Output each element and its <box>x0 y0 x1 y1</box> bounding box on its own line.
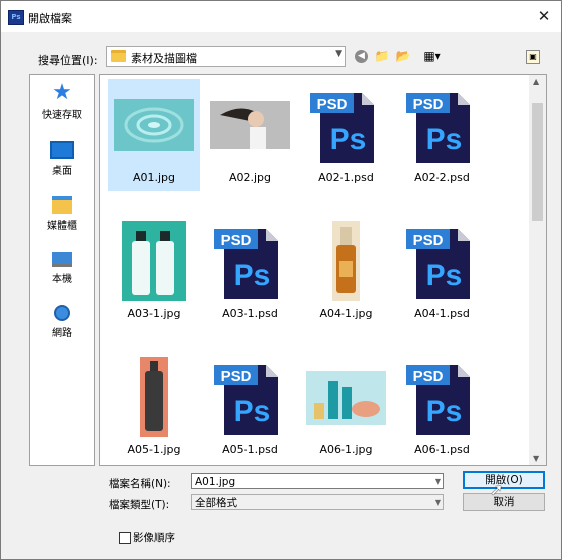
psd-file-icon: PSD Ps <box>210 357 290 437</box>
library-icon <box>52 196 72 214</box>
file-name: A02-2.psd <box>414 171 470 184</box>
water-ripple-thumbnail <box>114 85 194 165</box>
file-item[interactable]: A02.jpg <box>204 79 296 191</box>
file-name: A02.jpg <box>228 171 272 184</box>
woman-photo-thumbnail <box>210 85 290 165</box>
network-icon <box>54 305 70 321</box>
mouse-cursor-icon: ➚ <box>490 480 504 499</box>
look-in-label: 搜尋位置(I): <box>38 54 98 67</box>
svg-text:Ps: Ps <box>426 259 463 292</box>
image-sequence-label: 影像順序 <box>133 532 175 544</box>
title-bar: Ps 開啟檔案 ✕ <box>1 1 561 32</box>
file-item[interactable]: A06-1.jpg <box>300 351 392 463</box>
file-name: A03-1.psd <box>222 307 278 320</box>
file-name: A01.jpg <box>132 171 176 184</box>
place-quick-access[interactable]: ★ 快速存取 <box>30 80 94 122</box>
place-libraries[interactable]: 媒體櫃 <box>30 193 94 232</box>
file-item[interactable]: PSD Ps A05-1.psd <box>204 351 296 463</box>
close-icon[interactable]: ✕ <box>533 5 555 27</box>
place-label: 桌面 <box>52 166 72 177</box>
folder-icon <box>111 50 126 62</box>
vertical-scrollbar[interactable]: ▲ ▼ <box>529 74 547 466</box>
look-in-dropdown[interactable]: 素材及描圖檔 ▼ <box>106 46 346 67</box>
back-arrow-icon[interactable]: ◀ <box>355 50 368 63</box>
chevron-down-icon: ▼ <box>434 498 441 507</box>
file-name: A02-1.psd <box>318 171 374 184</box>
svg-text:Ps: Ps <box>234 259 271 292</box>
file-name: A04-1.psd <box>414 307 470 320</box>
file-item[interactable]: PSD Ps A02-1.psd <box>300 79 392 191</box>
scroll-thumb[interactable] <box>532 103 543 221</box>
svg-text:Ps: Ps <box>330 123 367 156</box>
psd-file-icon: PSD Ps <box>402 221 482 301</box>
svg-text:PSD: PSD <box>221 232 252 249</box>
file-item[interactable]: PSD Ps A02-2.psd <box>396 79 488 191</box>
up-folder-icon[interactable]: 📁 <box>374 48 390 64</box>
svg-text:PSD: PSD <box>413 232 444 249</box>
svg-text:PSD: PSD <box>317 96 348 113</box>
scroll-down-icon[interactable]: ▼ <box>533 454 539 463</box>
file-item[interactable]: PSD Ps A06-1.psd <box>396 351 488 463</box>
computer-icon <box>52 252 72 267</box>
dark-bottle-thumbnail <box>114 357 194 437</box>
file-item[interactable]: A03-1.jpg <box>108 215 200 327</box>
star-icon: ★ <box>52 80 72 105</box>
file-item[interactable]: A04-1.jpg <box>300 215 392 327</box>
cancel-button[interactable]: 取消 <box>463 493 545 511</box>
file-item[interactable]: PSD Ps A04-1.psd <box>396 215 488 327</box>
filename-label: 檔案名稱(N): <box>109 478 171 490</box>
svg-text:PSD: PSD <box>413 368 444 385</box>
psd-file-icon: PSD Ps <box>402 85 482 165</box>
file-name: A04-1.jpg <box>319 307 373 320</box>
filetype-label: 檔案類型(T): <box>109 499 170 511</box>
photoshop-app-icon: Ps <box>8 10 24 25</box>
file-item[interactable]: A05-1.jpg <box>108 351 200 463</box>
filetype-select[interactable]: 全部格式 ▼ <box>191 494 444 510</box>
file-name: A06-1.psd <box>414 443 470 456</box>
chevron-down-icon: ▼ <box>335 49 342 59</box>
psd-file-icon: PSD Ps <box>306 85 386 165</box>
file-name: A06-1.jpg <box>319 443 373 456</box>
places-sidebar: ★ 快速存取 桌面 媒體櫃 本機 網路 <box>29 74 95 466</box>
place-this-pc[interactable]: 本機 <box>30 248 94 285</box>
place-label: 網路 <box>52 328 72 339</box>
desktop-icon <box>50 141 74 159</box>
psd-file-icon: PSD Ps <box>210 221 290 301</box>
place-network[interactable]: 網路 <box>30 303 94 339</box>
svg-text:Ps: Ps <box>234 395 271 428</box>
svg-text:Ps: Ps <box>426 123 463 156</box>
file-list: A01.jpg A02.jpg PSD Ps A02-1.psd PSD Ps … <box>99 74 531 466</box>
serum-bottle-thumbnail <box>306 221 386 301</box>
file-name: A05-1.jpg <box>127 443 181 456</box>
svg-text:PSD: PSD <box>413 96 444 113</box>
svg-text:Ps: Ps <box>426 395 463 428</box>
open-button[interactable]: 開啟(O) <box>463 471 545 489</box>
new-folder-icon[interactable]: 📂 <box>395 48 411 64</box>
look-in-value: 素材及描圖檔 <box>131 52 197 65</box>
filename-value: A01.jpg <box>195 476 236 488</box>
place-label: 快速存取 <box>42 110 82 121</box>
view-menu-icon[interactable]: ▦▾ <box>417 48 447 64</box>
filename-input[interactable]: A01.jpg ▼ <box>191 473 444 489</box>
cosmetics-photo-thumbnail <box>306 357 386 437</box>
image-sequence-checkbox[interactable] <box>119 532 131 544</box>
file-name: A03-1.jpg <box>127 307 181 320</box>
file-name: A05-1.psd <box>222 443 278 456</box>
dialog-title: 開啟檔案 <box>28 12 72 25</box>
open-file-dialog: Ps 開啟檔案 ✕ 搜尋位置(I): 素材及描圖檔 ▼ ◀ 📁 📂 ▦▾ ▣ ★… <box>0 0 562 560</box>
bottles-photo-thumbnail <box>114 221 194 301</box>
file-item[interactable]: A01.jpg <box>108 79 200 191</box>
file-item[interactable]: PSD Ps A03-1.psd <box>204 215 296 327</box>
scroll-up-icon[interactable]: ▲ <box>533 77 539 86</box>
psd-file-icon: PSD Ps <box>402 357 482 437</box>
preview-pane-icon[interactable]: ▣ <box>526 50 540 64</box>
svg-text:PSD: PSD <box>221 368 252 385</box>
filetype-value: 全部格式 <box>195 497 237 509</box>
place-desktop[interactable]: 桌面 <box>30 138 94 177</box>
place-label: 媒體櫃 <box>47 221 77 232</box>
place-label: 本機 <box>52 274 72 285</box>
chevron-down-icon[interactable]: ▼ <box>435 474 441 490</box>
